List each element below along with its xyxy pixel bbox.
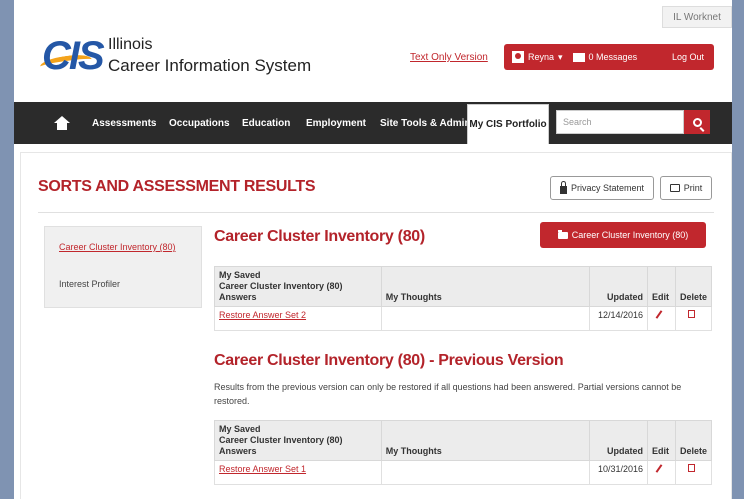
col-thoughts: My Thoughts — [380, 266, 591, 307]
col-delete: Delete — [674, 266, 713, 307]
privacy-statement-button[interactable]: Privacy Statement — [550, 176, 654, 200]
folder-icon — [557, 229, 568, 239]
cis-logo[interactable]: CIS Illinois Career Information System — [39, 34, 342, 80]
user-name: Reyna — [528, 52, 555, 62]
col-edit: Edit — [646, 266, 676, 307]
updated-cell: 12/14/2016 — [589, 306, 648, 331]
previous-version-description: Results from the previous version can on… — [214, 382, 682, 406]
restore-answer-set-1-link[interactable]: Restore Answer Set 1 — [219, 464, 306, 474]
privacy-label: Privacy Statement — [570, 183, 645, 193]
search-button[interactable] — [684, 110, 710, 134]
section2-title: Career Cluster Inventory (80) - Previous… — [214, 352, 564, 369]
updated-cell: 10/31/2016 — [589, 460, 648, 485]
col-answers: My Saved Career Cluster Inventory (80) A… — [214, 266, 382, 307]
nav-occupations[interactable]: Occupations — [169, 102, 230, 144]
title-divider — [38, 212, 714, 213]
page-frame: IL Worknet CIS Illinois Career Informati… — [14, 0, 732, 499]
nav-education[interactable]: Education — [242, 102, 290, 144]
thoughts-cell — [380, 460, 591, 485]
logo-line2: Career Information System — [108, 56, 312, 75]
col-answers: My Saved Career Cluster Inventory (80) A… — [214, 420, 382, 461]
edit-pencil-icon[interactable] — [655, 310, 663, 319]
col-edit: Edit — [646, 420, 676, 461]
home-icon — [54, 116, 70, 130]
delete-trash-icon[interactable] — [687, 310, 695, 318]
search-input[interactable]: Search — [556, 110, 684, 134]
search-icon — [692, 117, 702, 127]
user-icon — [512, 51, 524, 63]
messages-link[interactable]: 0 Messages — [589, 52, 638, 62]
career-cluster-inventory-button[interactable]: Career Cluster Inventory (80) — [540, 222, 706, 248]
sidebar: Career Cluster Inventory (80) Interest P… — [44, 226, 202, 308]
user-menu[interactable]: Reyna ▾ — [512, 51, 563, 63]
previous-answers-table: My Saved Career Cluster Inventory (80) A… — [214, 420, 713, 485]
col-delete: Delete — [674, 420, 713, 461]
logo-cis-text: CIS — [42, 34, 105, 78]
restore-answer-set-2-link[interactable]: Restore Answer Set 2 — [219, 310, 306, 320]
text-only-link[interactable]: Text Only Version — [410, 52, 488, 63]
nav-assessments[interactable]: Assessments — [92, 102, 156, 144]
home-nav[interactable] — [54, 102, 70, 144]
table-row: Restore Answer Set 2 12/14/2016 — [214, 306, 713, 331]
print-icon — [669, 184, 680, 192]
col-thoughts: My Thoughts — [380, 420, 591, 461]
delete-trash-icon[interactable] — [687, 464, 695, 472]
col-updated: Updated — [589, 420, 648, 461]
envelope-icon[interactable] — [572, 52, 585, 62]
logo-line1: Illinois — [108, 36, 153, 53]
logout-button[interactable]: Log Out — [672, 52, 704, 62]
nav-my-cis-portfolio[interactable]: My CIS Portfolio — [467, 104, 549, 144]
il-worknet-tab[interactable]: IL Worknet — [662, 6, 732, 28]
section1-title: Career Cluster Inventory (80) — [214, 228, 425, 245]
lock-icon — [559, 180, 567, 194]
edit-pencil-icon[interactable] — [655, 464, 663, 473]
nav-site-tools[interactable]: Site Tools & Admin — [380, 102, 471, 144]
user-bar: Reyna ▾ 0 Messages Log Out — [504, 44, 714, 70]
cci-button-label: Career Cluster Inventory (80) — [571, 230, 689, 240]
print-button[interactable]: Print — [660, 176, 712, 200]
table-row: Restore Answer Set 1 10/31/2016 — [214, 460, 713, 485]
page-title: SORTS AND ASSESSMENT RESULTS — [38, 178, 316, 195]
col-updated: Updated — [589, 266, 648, 307]
thoughts-cell — [380, 306, 591, 331]
sidebar-item-interest-profiler[interactable]: Interest Profiler — [59, 279, 120, 289]
saved-answers-table: My Saved Career Cluster Inventory (80) A… — [214, 266, 713, 331]
nav-employment[interactable]: Employment — [306, 102, 366, 144]
print-label: Print — [683, 183, 703, 193]
sidebar-item-career-cluster[interactable]: Career Cluster Inventory (80) — [59, 241, 179, 254]
caret-down-icon: ▾ — [558, 51, 563, 62]
